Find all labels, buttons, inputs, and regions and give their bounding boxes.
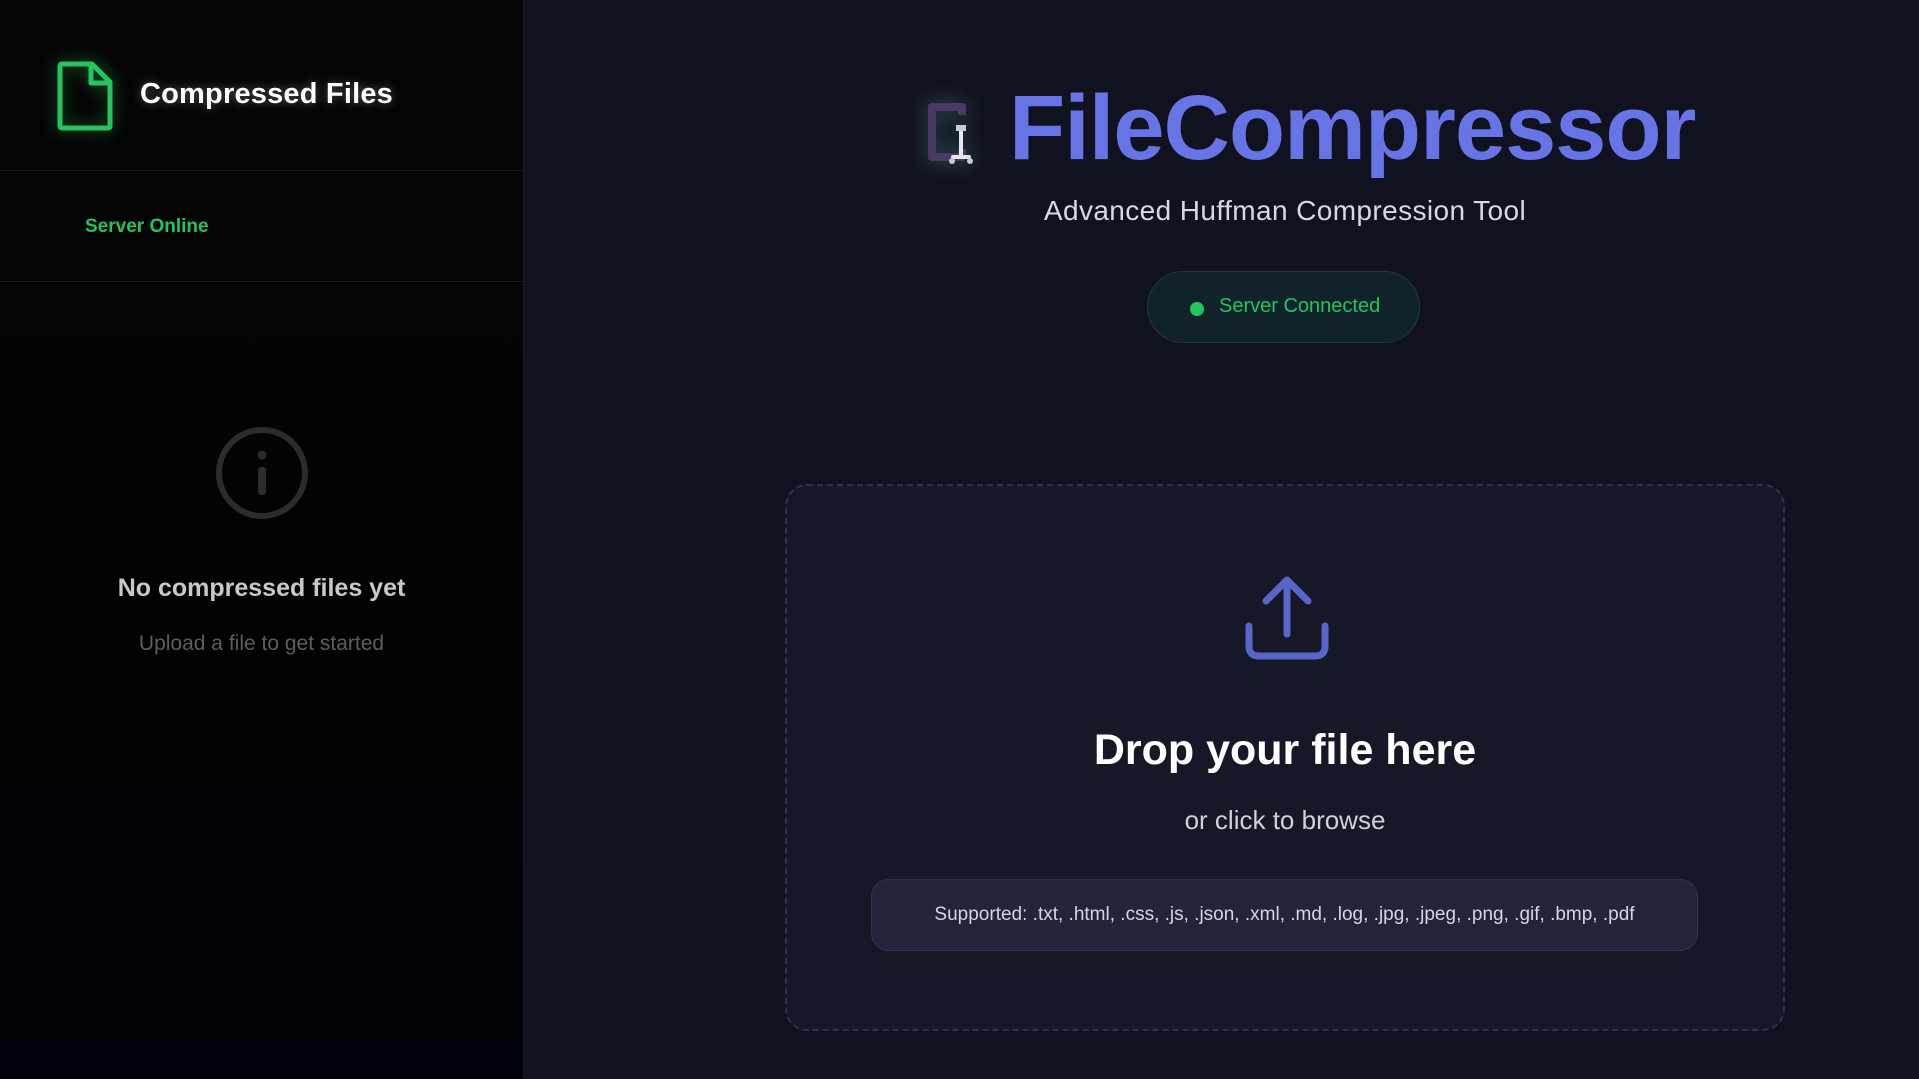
clamp-icon (928, 103, 973, 164)
main-panel: FileCompressor Advanced Huffman Compress… (525, 0, 1919, 1079)
server-status: Server Online (85, 216, 209, 237)
file-icon (57, 61, 113, 131)
file-dropzone[interactable]: Drop your file here or click to browse S… (785, 484, 1785, 1031)
app-subtitle: Advanced Huffman Compression Tool (1043, 195, 1527, 226)
browse-hint: or click to browse (1184, 805, 1386, 835)
app-title: FileCompressor (1009, 77, 1696, 179)
sidebar-title: Compressed Files (140, 78, 394, 110)
sidebar-header: Compressed Files (0, 0, 523, 171)
upload-icon (1245, 576, 1329, 660)
empty-state-title: No compressed files yet (117, 574, 406, 602)
dropzone-title: Drop your file here (1093, 726, 1477, 774)
status-dot-icon (1190, 302, 1204, 316)
info-icon (216, 427, 308, 519)
supported-formats: Supported: .txt, .html, .css, .js, .json… (871, 879, 1698, 951)
connection-status-text: Server Connected (1219, 295, 1381, 317)
connection-status-badge: Server Connected (1147, 271, 1420, 343)
empty-state-subtitle: Upload a file to get started (138, 632, 385, 655)
sidebar: Compressed Files Server Online No compre… (0, 0, 524, 1079)
server-status-row: Server Online (0, 171, 523, 282)
